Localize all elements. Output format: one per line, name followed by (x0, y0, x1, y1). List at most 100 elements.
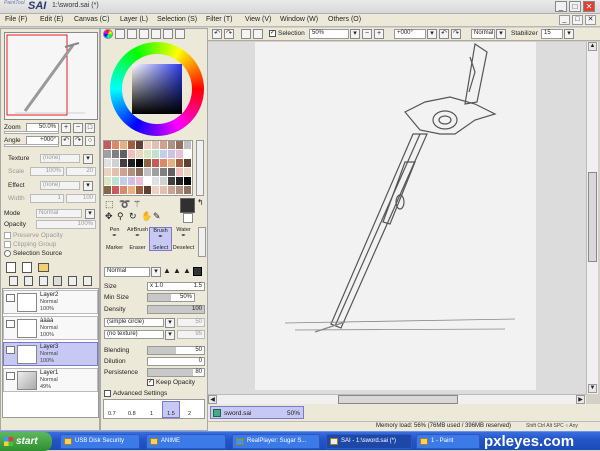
brush-texture-dropdown-icon[interactable]: ▾ (165, 330, 175, 340)
toolbar-zoom-out-icon[interactable]: − (362, 29, 372, 39)
swatch-cell[interactable] (152, 150, 159, 158)
swatch-cell[interactable] (176, 177, 183, 185)
brush-shapes[interactable]: ▲ ▲ ▲ (163, 266, 203, 277)
maximize-button[interactable]: □ (569, 1, 581, 12)
swatch-scrollbar[interactable] (196, 140, 204, 196)
menu-file[interactable]: File (F) (5, 16, 27, 23)
visibility-eye-icon[interactable] (6, 346, 15, 354)
swatch-cell[interactable] (152, 168, 159, 176)
swatch-cell[interactable] (120, 168, 127, 176)
hscroll-thumb[interactable] (338, 395, 458, 404)
swatch-cell[interactable] (112, 186, 119, 194)
drawing-canvas[interactable] (255, 42, 536, 390)
swatch-cell[interactable] (168, 177, 175, 185)
current-color-swatch[interactable] (180, 198, 195, 213)
swatch-cell[interactable] (160, 150, 167, 158)
toolbar-rotate-left-icon[interactable]: ↶ (439, 29, 449, 39)
invert-selection-icon[interactable] (253, 29, 263, 39)
taskbar-item[interactable]: ANIME (146, 434, 226, 449)
swatch-cell[interactable] (168, 150, 175, 158)
scale-value[interactable]: 100% (30, 167, 64, 176)
deselect-icon[interactable] (241, 29, 251, 39)
layer-row[interactable]: Layer2 Normal 100% (3, 290, 98, 314)
swatch-cell[interactable] (184, 150, 191, 158)
swatch-cell[interactable] (160, 141, 167, 149)
toolbar-zoom-select[interactable]: 50% (309, 29, 349, 39)
magic-wand-icon[interactable]: ⚚ (133, 199, 141, 210)
swap-colors-icon[interactable]: ↰ (197, 198, 204, 207)
toolbar-angle-dropdown-icon[interactable]: ▾ (427, 29, 437, 39)
swatch-cell[interactable] (104, 159, 111, 167)
menu-view[interactable]: View (V) (245, 16, 271, 23)
layer-mask-icon[interactable] (68, 276, 77, 286)
size-preset[interactable]: 2 (188, 411, 191, 417)
rotate-right-icon[interactable]: ↷ (73, 136, 83, 146)
eraser-tool[interactable]: Eraser (126, 245, 149, 269)
scale-right-value[interactable]: 20 (66, 167, 96, 176)
blending-slider[interactable]: 50 (147, 346, 205, 355)
toolbar-mode-select[interactable]: Normal (471, 29, 495, 39)
swatch-cell[interactable] (176, 159, 183, 167)
brush-shape-icon[interactable]: ▲ (183, 266, 191, 275)
mode-dropdown-icon[interactable]: ▾ (85, 209, 95, 219)
width-value[interactable]: 1 (30, 194, 64, 203)
visibility-eye-icon[interactable] (6, 294, 15, 302)
swatch-cell[interactable] (104, 177, 111, 185)
swatch-cell[interactable] (168, 141, 175, 149)
swatch-cell[interactable] (112, 150, 119, 158)
zoom-in-icon[interactable]: + (61, 123, 71, 133)
swatch-cell[interactable] (136, 159, 143, 167)
hsv-slider-tab-icon[interactable] (127, 29, 137, 39)
swatch-cell[interactable] (144, 159, 151, 167)
menu-selection[interactable]: Selection (S) (157, 16, 197, 23)
effect-dropdown-icon[interactable]: ▾ (83, 181, 93, 191)
selection-source-radio[interactable] (4, 250, 11, 257)
canvas-hscrollbar[interactable]: ◀ ▶ (208, 394, 586, 404)
brush-shape-icon[interactable]: ▲ (163, 266, 171, 275)
swatch-cell[interactable] (136, 150, 143, 158)
zoom-tool-icon[interactable]: ⚲ (117, 211, 124, 222)
effect-select[interactable]: (none) (40, 181, 80, 190)
angle-slider[interactable] (4, 144, 59, 147)
brush-shape-icon[interactable]: ▲ (173, 266, 181, 275)
brush-mode-select[interactable]: Normal (104, 267, 150, 277)
taskbar-item[interactable]: USB Disk Security (60, 434, 140, 449)
start-button[interactable]: start (0, 432, 52, 451)
clear-layer-icon[interactable] (39, 276, 48, 286)
swatch-cell[interactable] (104, 186, 111, 194)
swatch-cell[interactable] (160, 159, 167, 167)
swatch-cell[interactable] (104, 168, 111, 176)
toolbar-rotate-right-icon[interactable]: ↷ (451, 29, 461, 39)
undo-icon[interactable]: ↶ (212, 29, 222, 39)
swatch-cell[interactable] (112, 141, 119, 149)
apply-mask-icon[interactable] (83, 276, 92, 286)
menu-canvas[interactable]: Canvas (C) (74, 16, 109, 23)
transparent-color-swatch[interactable] (183, 213, 193, 223)
brush-shape-icon[interactable] (193, 267, 202, 276)
copy-layer-icon[interactable] (9, 276, 18, 286)
scratchpad-tab-icon[interactable] (163, 29, 173, 39)
scratchpad-2-tab-icon[interactable] (175, 29, 185, 39)
swatch-cell[interactable] (184, 177, 191, 185)
swatch-cell[interactable] (160, 168, 167, 176)
rgb-slider-tab-icon[interactable] (115, 29, 125, 39)
swatch-cell[interactable] (128, 150, 135, 158)
swatch-cell[interactable] (144, 186, 151, 194)
swatch-cell[interactable] (184, 168, 191, 176)
swatch-cell[interactable] (152, 141, 159, 149)
opacity-value[interactable]: 100% (36, 220, 96, 229)
swatch-cell[interactable] (176, 186, 183, 194)
marker-tool[interactable]: Marker (103, 245, 126, 269)
zoom-slider[interactable] (4, 131, 59, 134)
swatch-cell[interactable] (136, 168, 143, 176)
lasso-icon[interactable]: ➰ (119, 199, 130, 210)
brush-shape-value[interactable]: 50 (177, 318, 205, 327)
brush-shape-select[interactable]: (simple circle) (104, 318, 164, 327)
scroll-down-icon[interactable]: ▼ (588, 384, 597, 393)
swatch-cell[interactable] (112, 177, 119, 185)
swatch-cell[interactable] (160, 177, 167, 185)
size-preset[interactable]: 0.8 (128, 411, 136, 417)
saturation-value-square[interactable] (132, 64, 182, 114)
swatch-cell[interactable] (176, 141, 183, 149)
color-mixer-tab-icon[interactable] (139, 29, 149, 39)
